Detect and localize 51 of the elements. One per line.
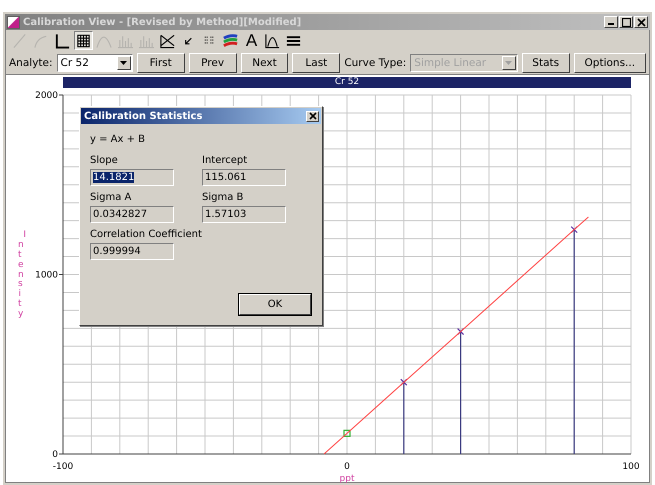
y-tick-label: 1000 [35, 270, 58, 280]
data-point [457, 328, 464, 336]
minimize-button[interactable] [604, 16, 618, 28]
dropdown-arrow-button[interactable] [116, 56, 131, 70]
nav-button[interactable]: Last [292, 52, 340, 72]
analyte-label: Analyte: [9, 56, 53, 68]
y-tick-label: 2000 [35, 91, 58, 101]
nav-button[interactable]: Prev [188, 52, 237, 72]
axis-title: ppt [340, 474, 354, 484]
x-tick-label: -100 [52, 462, 74, 472]
field-label: Slope [90, 155, 119, 166]
x-tick-label: 0 [344, 462, 350, 472]
color-stripes-icon[interactable] [221, 31, 240, 50]
value-field[interactable]: 0.999994 [90, 243, 174, 260]
data-point [570, 226, 578, 234]
value-field[interactable]: 0.0342827 [90, 206, 174, 223]
field-label: Correlation Coefficient [90, 229, 203, 240]
nav-button[interactable]: First [136, 52, 185, 72]
close-icon [308, 112, 316, 120]
grid-icon[interactable] [74, 31, 93, 50]
analyte-dropdown[interactable]: Cr 52 [56, 54, 133, 72]
maximize-icon [622, 18, 630, 26]
data-point [343, 430, 351, 437]
data-point [400, 378, 408, 386]
font-button[interactable]: A [242, 31, 261, 50]
value-field[interactable]: 14.1821 [90, 169, 174, 186]
app-icon [7, 16, 20, 28]
y-tick-label: 0 [52, 450, 58, 460]
plot-header: Cr 52 [63, 77, 631, 88]
dialog-title: Calibration Statistics [84, 110, 202, 122]
caret-icon [505, 60, 512, 64]
close-icon [636, 18, 646, 26]
caret-icon [120, 60, 128, 64]
window-title: Calibration View - [Revised by Method][Modified] [23, 16, 302, 28]
field-label: Sigma B [202, 192, 244, 203]
stats-button[interactable]: Stats [522, 52, 570, 72]
field-label: Sigma A [90, 192, 132, 203]
value-field[interactable]: 115.061 [202, 169, 286, 186]
curve-type-label: Curve Type: [344, 56, 406, 68]
minimize-icon [608, 23, 614, 25]
nav-button[interactable]: Next [240, 52, 288, 72]
close-button[interactable] [306, 110, 319, 122]
maximize-button[interactable] [619, 16, 633, 28]
axis-title: Intensity [18, 231, 27, 320]
field-label: Intercept [202, 155, 248, 166]
close-button[interactable] [634, 16, 648, 28]
options-button[interactable]: Options... [574, 52, 646, 72]
equation-text: y = Ax + B [90, 134, 146, 145]
value-field[interactable]: 1.57103 [202, 206, 286, 223]
x-tick-label: 100 [622, 462, 640, 472]
ok-button[interactable]: OK [239, 294, 311, 315]
